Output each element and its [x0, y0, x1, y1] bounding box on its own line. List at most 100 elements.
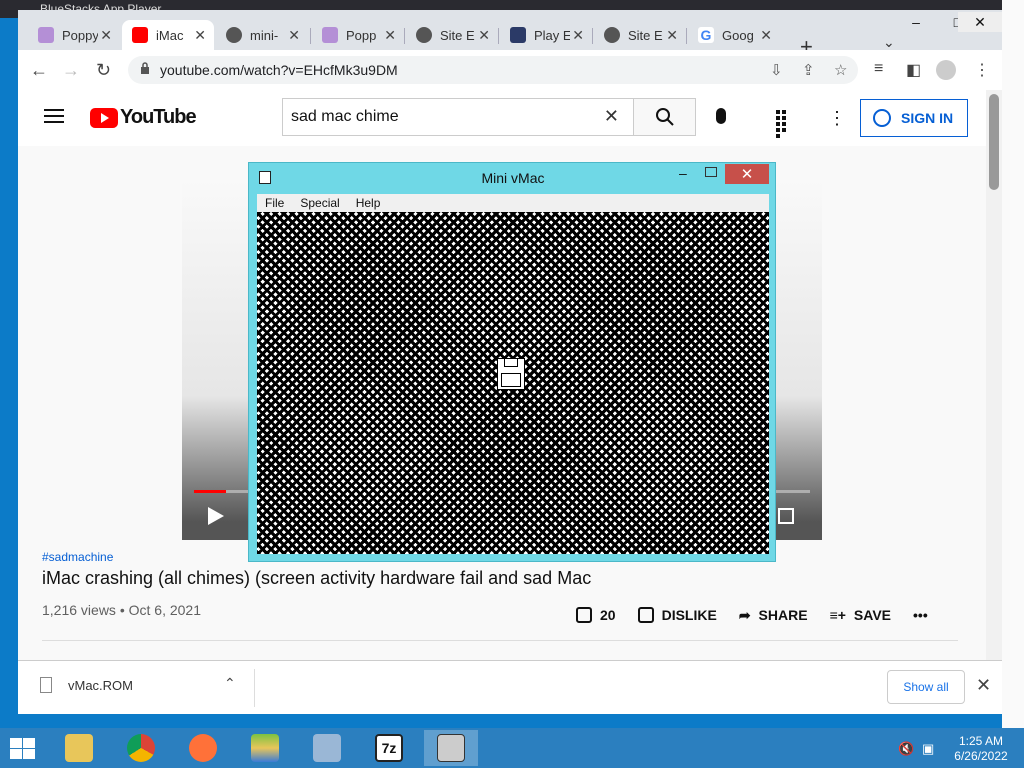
side-panel-icon[interactable]: ◧	[906, 60, 921, 80]
media-control-icon[interactable]: ≡	[874, 60, 883, 78]
menu-help[interactable]: Help	[356, 196, 381, 210]
firefox-icon	[189, 734, 217, 762]
show-all-button[interactable]: Show all	[887, 670, 965, 704]
search-button[interactable]	[634, 98, 696, 136]
minimize-button[interactable]: –	[679, 165, 687, 181]
bookmark-star-icon[interactable]: ☆	[834, 61, 847, 79]
install-icon[interactable]: ⇩	[770, 61, 783, 79]
hashtag-link[interactable]: #sadmachine	[42, 550, 113, 564]
start-button[interactable]	[10, 738, 36, 760]
youtube-play-icon	[90, 107, 118, 128]
more-actions-button[interactable]: •••	[913, 607, 928, 623]
menu-bar: File Special Help	[257, 194, 769, 212]
microphone-icon[interactable]	[716, 108, 726, 124]
volume-muted-icon[interactable]: 🔇	[898, 741, 914, 757]
settings-more-icon[interactable]: ⋮	[828, 108, 846, 129]
globe-icon	[226, 27, 242, 43]
sign-in-label: SIGN IN	[901, 110, 954, 126]
taskbar: 7z 🔇 ▣ 1:25 AM 6/26/2022	[0, 728, 1024, 768]
taskbar-7zip[interactable]: 7z	[362, 730, 416, 766]
menu-special[interactable]: Special	[300, 196, 339, 210]
maximize-button[interactable]	[705, 167, 717, 177]
close-icon[interactable]: ✕	[478, 27, 490, 44]
dislike-button[interactable]: DISLIKE	[637, 607, 717, 623]
close-icon[interactable]: ✕	[666, 27, 678, 44]
forward-arrow-icon[interactable]: →	[62, 60, 80, 81]
address-bar[interactable]: youtube.com/watch?v=EHcfMk3u9DM ⇩ ⇪ ☆	[128, 56, 858, 84]
clock-date: 6/26/2022	[954, 749, 1008, 763]
tab-strip: Poppy ✕ iMac ✕ mini- ✕ Popp ✕ Site E ✕ Play E…	[28, 20, 908, 59]
tab-divider	[310, 28, 311, 44]
youtube-logo[interactable]: YouTube	[90, 106, 197, 129]
tab-divider	[686, 28, 687, 44]
tab-site-1[interactable]: Site E ✕	[406, 20, 498, 50]
save-label: SAVE	[853, 607, 892, 623]
tab-play[interactable]: Play E ✕	[500, 20, 592, 50]
apps-grid-icon[interactable]	[776, 110, 792, 138]
tab-divider	[498, 28, 499, 44]
clear-search-icon[interactable]: ✕	[604, 106, 619, 127]
close-icon[interactable]: ✕	[288, 27, 300, 44]
tab-search-chevron-icon[interactable]: ⌄	[883, 34, 895, 51]
like-button[interactable]: 20	[576, 607, 616, 623]
close-icon[interactable]: ✕	[572, 27, 584, 44]
playlist-add-icon: ≡+	[829, 607, 846, 623]
search-icon	[655, 108, 674, 126]
scrollbar-thumb[interactable]	[989, 94, 999, 190]
file-icon	[40, 677, 52, 693]
close-icon[interactable]: ✕	[194, 27, 206, 44]
video-title: iMac crashing (all chimes) (screen activ…	[42, 568, 592, 588]
taskbar-file-explorer[interactable]	[52, 730, 106, 766]
search-input[interactable]	[289, 105, 593, 129]
menu-file[interactable]: File	[265, 196, 284, 210]
taskbar-bluestacks[interactable]	[238, 730, 292, 766]
system-clock[interactable]: 1:25 AM 6/26/2022	[948, 734, 1014, 764]
emulator-screen[interactable]	[257, 212, 769, 554]
taskbar-chrome[interactable]	[114, 730, 168, 766]
clock-time: 1:25 AM	[958, 734, 1004, 748]
window-title: Mini vMac	[481, 170, 545, 186]
youtube-favicon-icon	[132, 27, 148, 43]
youtube-header: YouTube ✕ ⋮ SIGN IN	[18, 90, 986, 146]
tab-imac[interactable]: iMac ✕	[122, 20, 214, 50]
dislike-label: DISLIKE	[661, 607, 717, 623]
close-icon[interactable]: ✕	[384, 27, 396, 44]
back-arrow-icon[interactable]: ←	[30, 60, 48, 81]
chrome-menu-icon[interactable]: ⋮	[974, 60, 990, 80]
sign-in-button[interactable]: SIGN IN	[860, 99, 968, 137]
share-button[interactable]: ➦ SHARE	[739, 607, 808, 624]
google-icon: G	[698, 27, 714, 43]
divider	[254, 669, 255, 707]
close-icon[interactable]: ✕	[760, 27, 772, 44]
tab-title: iMac	[156, 27, 184, 43]
fullscreen-icon[interactable]	[778, 508, 794, 524]
network-icon[interactable]: ▣	[922, 741, 934, 757]
taskbar-mini-vmac[interactable]	[424, 730, 478, 766]
taskbar-control-panel[interactable]	[300, 730, 354, 766]
tab-site-2[interactable]: Site E ✕	[594, 20, 686, 50]
play-icon[interactable]	[208, 507, 224, 525]
close-button[interactable]: ✕	[725, 164, 769, 184]
play-favicon-icon	[510, 27, 526, 43]
reload-icon[interactable]: ↻	[96, 60, 111, 81]
background-window-edge	[1002, 0, 1024, 728]
tab-mini[interactable]: mini- ✕	[216, 20, 308, 50]
tab-title: Site E	[440, 27, 475, 43]
profile-avatar-icon[interactable]	[936, 60, 956, 80]
taskbar-firefox[interactable]	[176, 730, 230, 766]
search-box: ✕	[282, 98, 634, 136]
tab-google[interactable]: G Goog ✕	[688, 20, 780, 50]
menu-icon[interactable]	[44, 109, 64, 123]
chevron-up-icon[interactable]: ⌃	[224, 675, 236, 692]
close-downloads-icon[interactable]: ✕	[976, 675, 991, 696]
page-scrollbar[interactable]	[986, 90, 1002, 660]
close-icon[interactable]: ✕	[100, 27, 112, 44]
close-window-button[interactable]: ✕	[958, 12, 1002, 32]
poppy-favicon-icon	[322, 27, 338, 43]
share-icon[interactable]: ⇪	[802, 61, 815, 79]
tab-title: Goog	[722, 27, 754, 43]
tab-poppy[interactable]: Poppy ✕	[28, 20, 120, 50]
tab-poppy-2[interactable]: Popp ✕	[312, 20, 404, 50]
save-button[interactable]: ≡+ SAVE	[830, 607, 891, 623]
download-filename[interactable]: vMac.ROM	[68, 678, 133, 693]
